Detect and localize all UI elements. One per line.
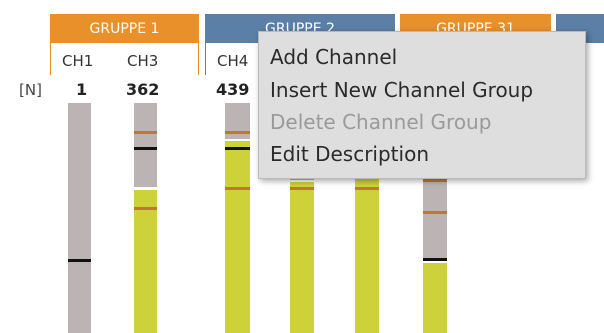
unit-label: [N] <box>19 81 42 99</box>
group-tab-gruppe-1[interactable]: GRUPPE 1 <box>50 14 199 43</box>
bar-orange-marker <box>290 187 314 190</box>
group-title: GRUPPE 1 <box>89 21 160 37</box>
channel-label-ch3: CH3 <box>127 52 159 70</box>
bar-orange-marker <box>423 179 447 182</box>
bar-yellow-segment <box>290 182 314 333</box>
menu-item-add-channel[interactable]: Add Channel <box>270 45 397 69</box>
count-ch1: 1 <box>76 80 88 99</box>
bar-orange-marker <box>134 207 157 210</box>
menu-item-edit-description[interactable]: Edit Description <box>270 142 429 166</box>
bar-orange-marker <box>134 131 157 134</box>
bar-gray-segment <box>68 103 91 333</box>
bar-orange-marker <box>423 211 447 214</box>
count-ch3: 362 <box>126 80 160 99</box>
channel-bar-ch4[interactable] <box>225 103 250 333</box>
bar-black-marker <box>68 259 91 262</box>
bar-yellow-segment <box>423 263 447 333</box>
bar-black-marker <box>134 147 157 150</box>
bar-orange-marker <box>355 187 379 190</box>
bar-black-marker <box>423 258 447 261</box>
channel-label-ch4: CH4 <box>217 52 249 70</box>
bar-orange-marker <box>225 187 250 190</box>
bar-yellow-segment <box>225 141 250 333</box>
bar-black-marker <box>225 147 250 150</box>
count-ch4: 439 <box>216 80 250 99</box>
channel-bar-ch1[interactable] <box>68 103 91 333</box>
channel-bar-ch3[interactable] <box>134 103 157 333</box>
bar-yellow-segment <box>134 190 157 333</box>
context-menu: Add Channel Insert New Channel Group Del… <box>258 31 586 179</box>
bar-gray-segment <box>134 103 157 187</box>
menu-item-delete-channel-group: Delete Channel Group <box>270 110 492 134</box>
bar-orange-marker <box>225 131 250 134</box>
menu-item-insert-channel-group[interactable]: Insert New Channel Group <box>270 78 533 102</box>
channel-label-ch1: CH1 <box>62 52 94 70</box>
